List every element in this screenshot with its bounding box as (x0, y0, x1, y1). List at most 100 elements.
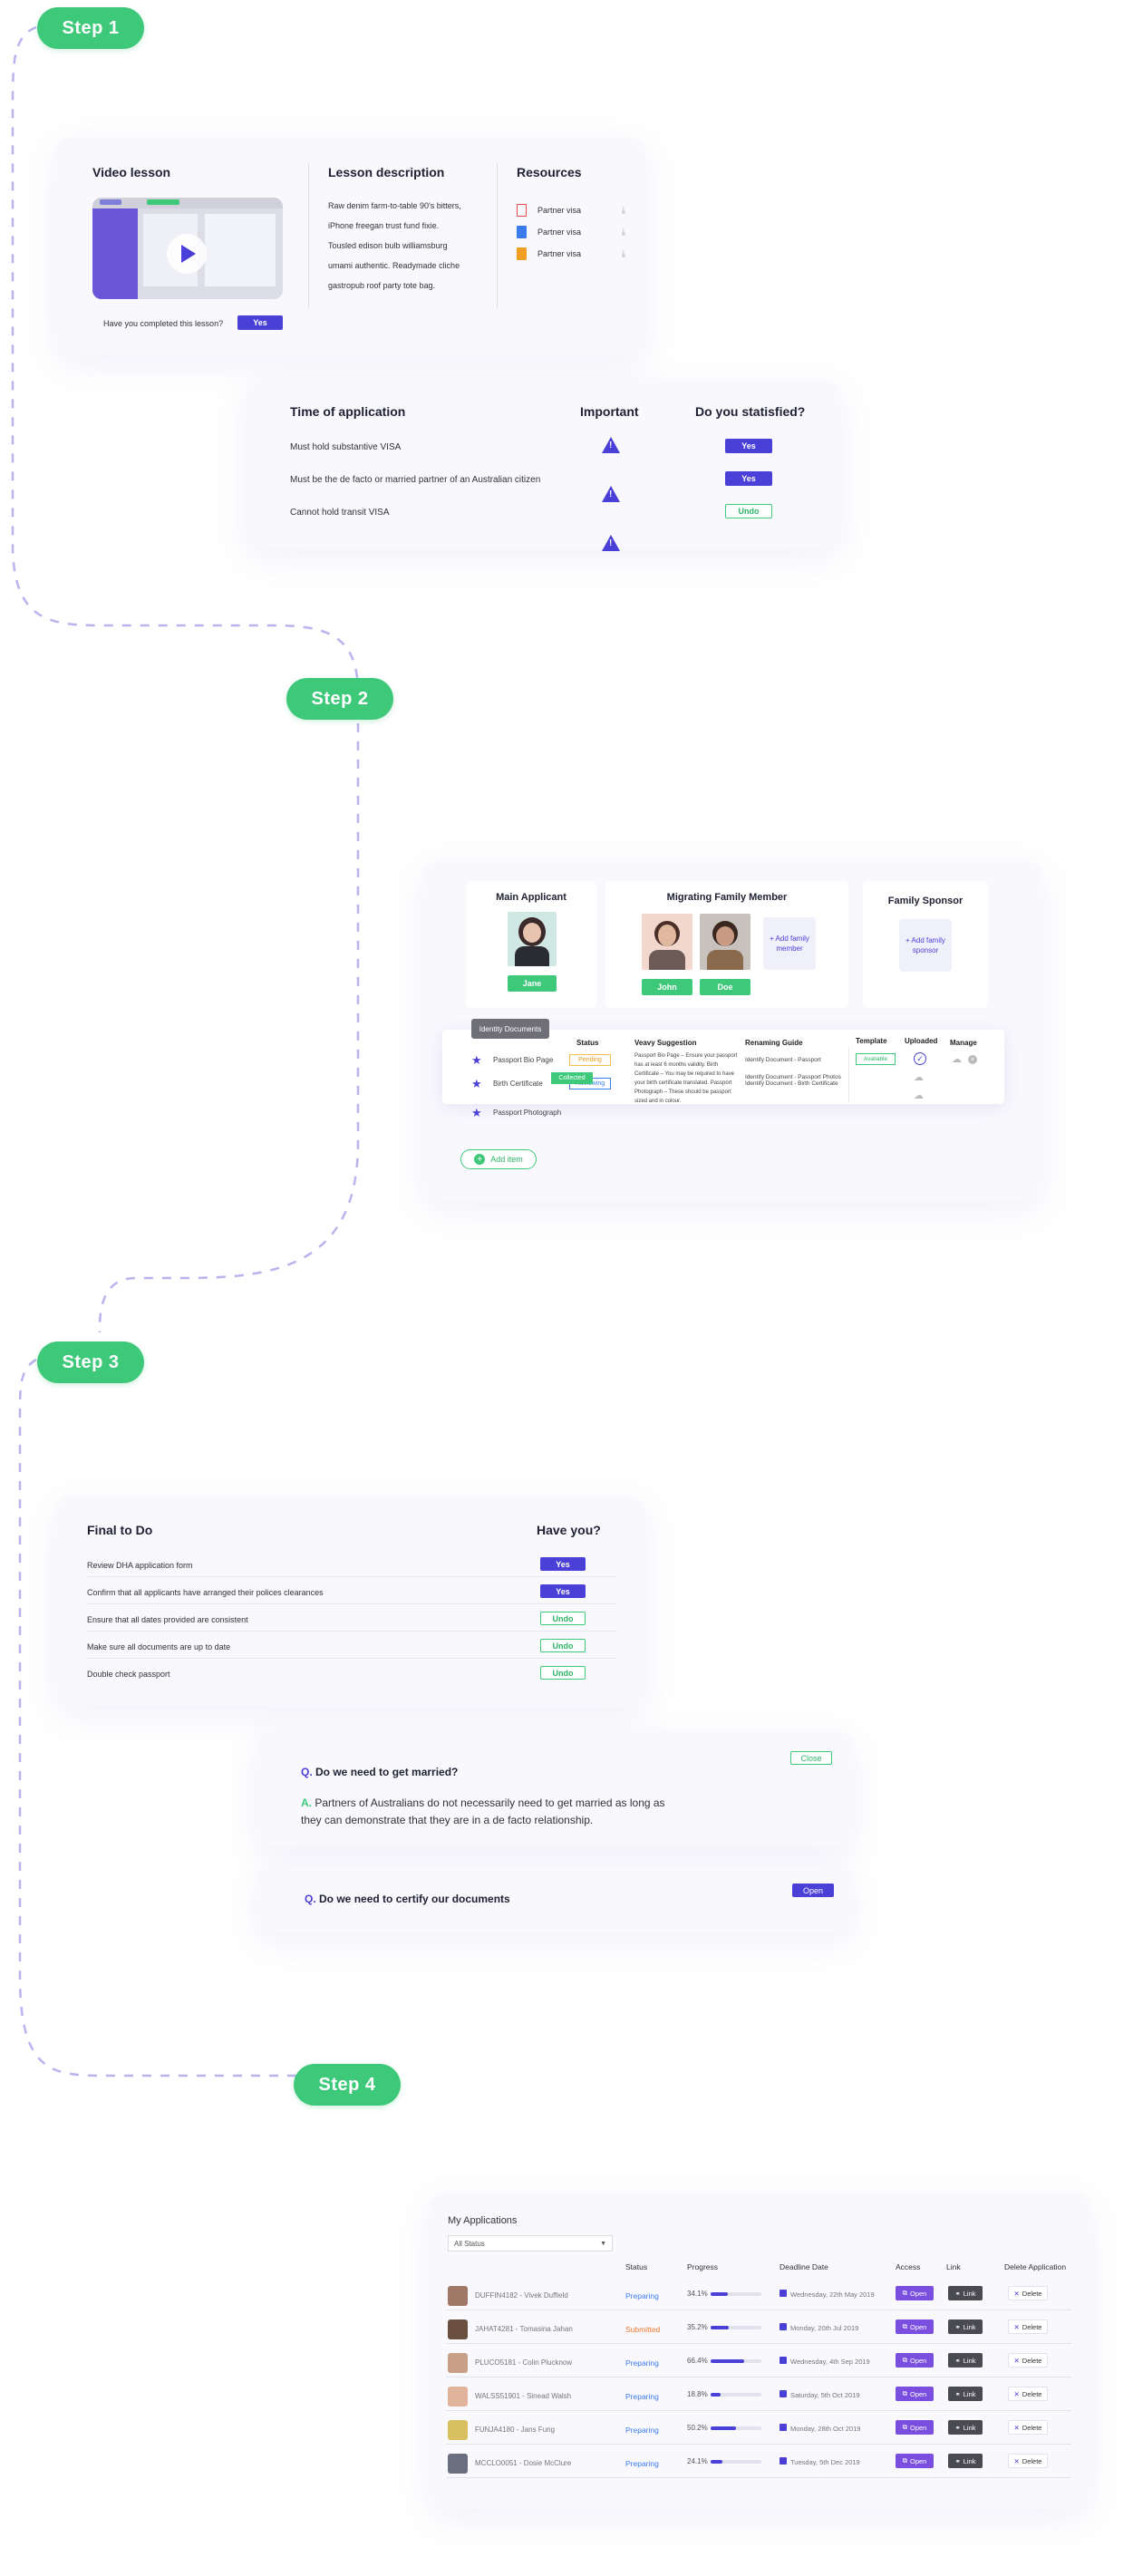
faq-question[interactable]: Q. Do we need to get married? (301, 1766, 458, 1778)
link-button[interactable]: ⚭ Link (948, 2353, 983, 2368)
table-row: PLUCO5181 - Colin Plucknow Preparing 66.… (446, 2344, 1071, 2377)
todo-row: Review DHA application form Yes (87, 1550, 616, 1577)
resource-item[interactable]: Partner visa ⤓ (517, 243, 625, 265)
open-button[interactable]: ⧉ Open (896, 2420, 934, 2435)
status-badge: Pending (569, 1054, 611, 1066)
application-requirements-card: Time of application Important Do you sta… (247, 381, 840, 551)
link-button[interactable]: ⚭ Link (948, 2286, 983, 2300)
faq-question[interactable]: Q. Do we need to certify our documents (305, 1893, 510, 1905)
resource-item[interactable]: Partner visa ⤓ (517, 199, 625, 221)
download-icon[interactable]: ⤓ (622, 249, 625, 259)
todo-text: Make sure all documents are up to date (87, 1642, 231, 1651)
application-status: Preparing (625, 2291, 659, 2300)
play-icon[interactable] (167, 234, 207, 274)
cloud-download-icon[interactable]: ☁ (952, 1053, 962, 1065)
requirement-text: Must be the de facto or married partner … (290, 475, 541, 485)
add-family-member-button[interactable]: + Add family member (763, 917, 816, 970)
link-button[interactable]: ⚭ Link (948, 2387, 983, 2401)
member-name-badge[interactable]: Doe (700, 979, 750, 995)
link-label: Link (963, 2423, 976, 2432)
close-icon: ✕ (1013, 2322, 1020, 2331)
progress-label: 18.8% (687, 2390, 708, 2398)
deadline-header: Deadline Date (780, 2262, 828, 2271)
link-button[interactable]: ⚭ Link (948, 2420, 983, 2435)
document-name: Passport Photograph (493, 1109, 562, 1117)
delete-button[interactable]: ✕ Delete (1008, 2454, 1048, 2468)
open-icon: ⧉ (902, 2456, 907, 2465)
identity-documents-tab[interactable]: Identity Documents (471, 1019, 549, 1039)
open-button[interactable]: ⧉ Open (896, 2319, 934, 2334)
delete-label: Delete (1022, 2356, 1042, 2365)
undo-button[interactable]: Undo (725, 504, 772, 518)
satisfied-button[interactable]: Yes (725, 439, 772, 453)
link-button[interactable]: ⚭ Link (948, 2319, 983, 2334)
add-family-sponsor-button[interactable]: + Add family sponsor (899, 919, 952, 972)
add-item-button[interactable]: + Add item (460, 1149, 537, 1169)
status-filter-select[interactable]: All Status ▼ (448, 2235, 613, 2252)
uploaded-check-icon: ✓ (914, 1052, 926, 1065)
delete-button[interactable]: ✕ Delete (1008, 2387, 1048, 2401)
remove-icon[interactable]: × (968, 1055, 977, 1064)
delete-button[interactable]: ✕ Delete (1008, 2353, 1048, 2368)
cloud-upload-icon[interactable]: ☁ (914, 1089, 924, 1101)
open-icon: ⧉ (902, 2389, 907, 2397)
star-icon: ★ (471, 1053, 482, 1067)
open-label: Open (910, 2289, 927, 2298)
progress-bar-track (711, 2292, 761, 2296)
resource-item[interactable]: Partner visa ⤓ (517, 221, 625, 243)
video-player[interactable] (92, 198, 283, 299)
document-name: Birth Certificate (493, 1080, 543, 1088)
todo-undo-button[interactable]: Undo (540, 1612, 586, 1625)
todo-yes-button[interactable]: Yes (540, 1584, 586, 1598)
completed-question: Have you completed this lesson? (103, 319, 224, 328)
template-header: Template (856, 1037, 887, 1045)
delete-button[interactable]: ✕ Delete (1008, 2420, 1048, 2435)
lesson-description-title: Lesson description (328, 165, 445, 179)
delete-button[interactable]: ✕ Delete (1008, 2286, 1048, 2300)
veavy-suggestion-text: Passport Bio Page – Ensure your passport… (634, 1053, 738, 1104)
avatar (700, 914, 750, 970)
template-available-button[interactable]: Available (856, 1053, 896, 1065)
delete-button[interactable]: ✕ Delete (1008, 2319, 1048, 2334)
deadline-date: Wednesday, 4th Sep 2019 (790, 2358, 870, 2366)
satisfied-button[interactable]: Yes (725, 471, 772, 486)
download-icon[interactable]: ⤓ (622, 228, 625, 237)
applicant-name: PLUCO5181 - Colin Plucknow (475, 2358, 573, 2367)
todo-text: Ensure that all dates provided are consi… (87, 1615, 248, 1624)
avatar (448, 2286, 468, 2306)
migrating-family-title: Migrating Family Member (666, 892, 788, 903)
close-icon: ✕ (1013, 2389, 1020, 2398)
manage-header: Manage (950, 1039, 977, 1047)
cloud-upload-icon[interactable]: ☁ (914, 1071, 924, 1083)
faq-question-text: Do we need to get married? (315, 1766, 459, 1778)
divider (848, 1048, 849, 1102)
applicant-name: DUFFIN4182 - Vivek Duffield (475, 2291, 568, 2300)
warning-icon: ! (602, 486, 620, 502)
faq-open-button[interactable]: Open (792, 1884, 834, 1897)
link-icon: ⚭ (954, 2289, 961, 2298)
todo-undo-button[interactable]: Undo (540, 1666, 586, 1680)
open-button[interactable]: ⧉ Open (896, 2454, 934, 2468)
application-status: Preparing (625, 2358, 659, 2368)
faq-close-button[interactable]: Close (790, 1751, 832, 1765)
open-button[interactable]: ⧉ Open (896, 2353, 934, 2368)
delete-label: Delete (1022, 2456, 1042, 2465)
todo-undo-button[interactable]: Undo (540, 1639, 586, 1652)
applicant-name-badge[interactable]: Jane (508, 975, 557, 992)
member-name-badge[interactable]: John (642, 979, 692, 995)
open-button[interactable]: ⧉ Open (896, 2387, 934, 2401)
table-row: MCCLO0051 - Dosie McClure Preparing 24.1… (446, 2445, 1071, 2478)
completed-yes-button[interactable]: Yes (237, 315, 283, 330)
open-button[interactable]: ⧉ Open (896, 2286, 934, 2300)
download-icon[interactable]: ⤓ (622, 206, 625, 216)
link-button[interactable]: ⚭ Link (948, 2454, 983, 2468)
resource-label: Partner visa (537, 228, 582, 237)
link-icon: ⚭ (954, 2322, 961, 2331)
todo-row: Ensure that all dates provided are consi… (87, 1604, 616, 1632)
applicant-name: JAHAT4281 - Tomasina Jahan (475, 2325, 573, 2333)
open-label: Open (910, 2322, 927, 2331)
avatar (448, 2420, 468, 2440)
step-3-badge: Step 3 (37, 1341, 144, 1383)
resource-label: Partner visa (537, 206, 582, 215)
todo-yes-button[interactable]: Yes (540, 1557, 586, 1571)
